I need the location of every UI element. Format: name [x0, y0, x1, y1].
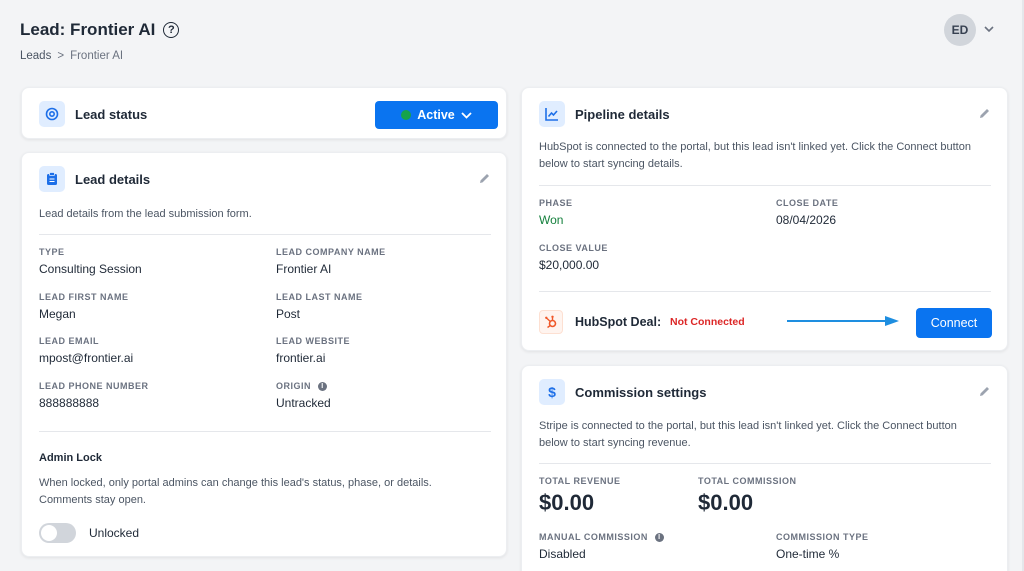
- divider: [39, 234, 491, 235]
- commission-type-label: COMMISSION TYPE: [776, 532, 869, 542]
- origin-value: Untracked: [276, 396, 331, 410]
- breadcrumb-separator: >: [57, 50, 65, 62]
- divider: [539, 463, 991, 464]
- close-date-label: CLOSE DATE: [776, 198, 839, 208]
- status-dropdown[interactable]: Active: [375, 101, 498, 129]
- total-revenue-label: TOTAL REVENUE: [539, 476, 621, 486]
- connect-button[interactable]: Connect: [916, 308, 992, 338]
- pipeline-card: Pipeline details HubSpot is connected to…: [521, 87, 1008, 351]
- status-indicator: [401, 110, 412, 120]
- chevron-down-icon[interactable]: [984, 25, 994, 36]
- pipeline-title: Pipeline details: [575, 106, 670, 122]
- manual-commission-value: Disabled: [539, 547, 586, 561]
- website-value: frontier.ai: [276, 351, 326, 365]
- admin-lock-title: Admin Lock: [39, 452, 102, 464]
- divider: [39, 431, 491, 432]
- close-value-value: $20,000.00: [539, 258, 600, 272]
- phase-label: PHASE: [539, 198, 573, 208]
- hubspot-logo-icon: [539, 310, 563, 334]
- first-name-label: LEAD FIRST NAME: [39, 292, 129, 302]
- target-icon: [39, 101, 65, 127]
- divider: [539, 291, 991, 292]
- divider: [539, 185, 991, 186]
- info-icon[interactable]: i: [654, 533, 664, 543]
- phone-label: LEAD PHONE NUMBER: [39, 381, 149, 391]
- commission-description-2: below to start syncing revenue.: [539, 437, 691, 449]
- total-revenue-value: $0.00: [539, 490, 595, 515]
- hubspot-status: Not Connected: [670, 316, 745, 328]
- commission-description-1: Stripe is connected to the portal, but t…: [539, 420, 957, 432]
- total-commission-label: TOTAL COMMISSION: [698, 476, 797, 486]
- breadcrumb-current: Frontier AI: [70, 50, 124, 62]
- close-date-value: 08/04/2026: [776, 213, 837, 227]
- user-menu[interactable]: ED: [944, 14, 994, 46]
- commission-card: $ Commission settings Stripe is connecte…: [521, 365, 1008, 571]
- dollar-icon: $: [539, 379, 565, 405]
- phone-value: 888888888: [39, 396, 100, 410]
- lead-status-card: Lead status Active: [21, 87, 507, 139]
- toggle-knob: [41, 525, 57, 541]
- type-value: Consulting Session: [39, 262, 142, 276]
- clipboard-icon: [39, 166, 65, 192]
- commission-type-value: One-time %: [776, 547, 840, 561]
- lead-details-description: Lead details from the lead submission fo…: [39, 208, 252, 220]
- page-header: Lead: Frontier AI ? Leads > Frontier AI: [20, 20, 180, 62]
- manual-commission-label: MANUAL COMMISSION i: [539, 532, 664, 543]
- arrow-right-icon: [787, 316, 899, 326]
- status-value: Active: [417, 108, 455, 122]
- website-label: LEAD WEBSITE: [276, 336, 351, 346]
- lead-details-title: Lead details: [75, 171, 151, 187]
- chevron-down-icon: [461, 108, 472, 122]
- chart-line-icon: [539, 101, 565, 127]
- origin-label-text: ORIGIN: [276, 381, 312, 391]
- hubspot-deal-label: HubSpot Deal:: [575, 315, 662, 329]
- pipeline-description-2: below to start syncing details.: [539, 158, 683, 170]
- email-label: LEAD EMAIL: [39, 336, 99, 346]
- origin-label: ORIGIN i: [276, 381, 328, 392]
- pencil-icon[interactable]: [978, 385, 991, 401]
- last-name-label: LEAD LAST NAME: [276, 292, 363, 302]
- admin-lock-description-1: When locked, only portal admins can chan…: [39, 477, 432, 489]
- admin-lock-description-2: Comments stay open.: [39, 494, 146, 506]
- lead-details-card: Lead details Lead details from the lead …: [21, 152, 507, 557]
- email-value: mpost@frontier.ai: [39, 351, 134, 365]
- manual-commission-label-text: MANUAL COMMISSION: [539, 532, 648, 542]
- breadcrumb-leads[interactable]: Leads: [20, 50, 51, 62]
- admin-lock-toggle[interactable]: [39, 523, 76, 543]
- commission-title: Commission settings: [575, 384, 707, 400]
- type-label: TYPE: [39, 247, 65, 257]
- page-title: Lead: Frontier AI: [20, 20, 156, 39]
- pipeline-description-1: HubSpot is connected to the portal, but …: [539, 141, 971, 153]
- pencil-icon[interactable]: [978, 107, 991, 123]
- breadcrumb: Leads > Frontier AI: [20, 50, 179, 62]
- phase-value: Won: [539, 213, 564, 227]
- company-label: LEAD COMPANY NAME: [276, 247, 386, 257]
- last-name-value: Post: [276, 307, 301, 321]
- question-circle-icon[interactable]: ?: [163, 22, 180, 38]
- admin-lock-state: Unlocked: [89, 526, 140, 540]
- total-commission-value: $0.00: [698, 490, 754, 515]
- first-name-value: Megan: [39, 307, 76, 321]
- pencil-icon[interactable]: [478, 172, 491, 188]
- lead-status-title: Lead status: [75, 106, 148, 122]
- info-icon[interactable]: i: [318, 382, 328, 392]
- avatar[interactable]: ED: [944, 14, 976, 46]
- company-value: Frontier AI: [276, 262, 332, 276]
- close-value-label: CLOSE VALUE: [539, 243, 608, 253]
